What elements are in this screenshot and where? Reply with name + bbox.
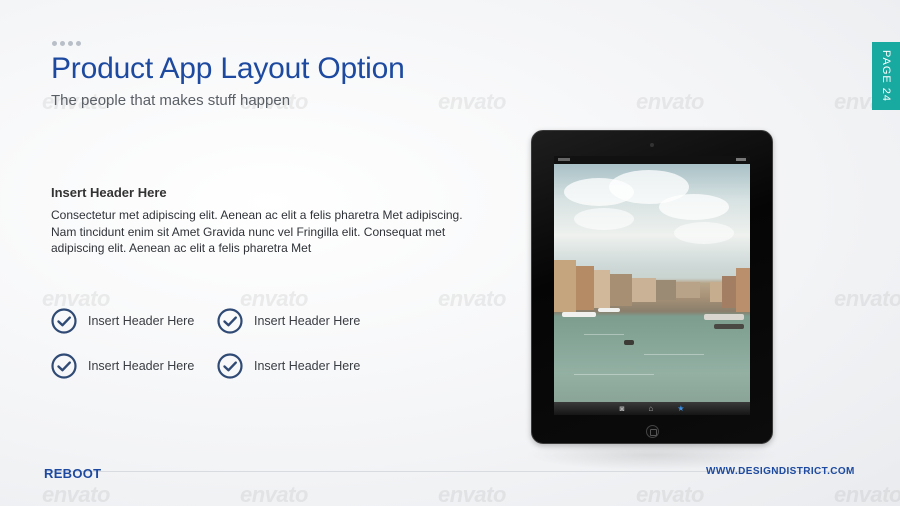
check-circle-icon (217, 353, 243, 379)
page-number-tab: PAGE 24 (872, 42, 900, 110)
status-bar (554, 156, 750, 164)
brand-logo: REBOOT (44, 466, 102, 481)
check-circle-icon (217, 308, 243, 334)
home-button[interactable] (646, 425, 659, 438)
watermark: envato (834, 286, 900, 311)
checklist-item: Insert Header Here (217, 353, 360, 379)
watermark: envato (438, 286, 506, 311)
watermark: envato (438, 89, 506, 114)
watermark: envato (636, 482, 704, 506)
checklist-item: Insert Header Here (217, 308, 360, 334)
page-subtitle: The people that makes stuff happen (51, 92, 291, 109)
page-title: Product App Layout Option (51, 52, 405, 85)
star-icon[interactable]: ★ (677, 404, 684, 413)
watermark: envato (834, 482, 900, 506)
tablet-screen: ◙ ⌂ ★ (554, 156, 750, 415)
checklist-item: Insert Header Here (51, 308, 194, 334)
tablet-device: ◙ ⌂ ★ (531, 130, 773, 444)
watermark: envato (636, 89, 704, 114)
checklist-label: Insert Header Here (88, 314, 195, 328)
check-circle-icon (51, 353, 77, 379)
camera-icon[interactable]: ◙ (620, 404, 625, 413)
body-paragraph: Consectetur met adipiscing elit. Aenean … (51, 208, 463, 255)
website-link[interactable]: WWW.DESIGNDISTRICT.COM (706, 466, 855, 477)
app-toolbar: ◙ ⌂ ★ (554, 402, 750, 415)
camera-dot (650, 143, 654, 147)
home-icon[interactable]: ⌂ (648, 404, 653, 413)
checklist-label: Insert Header Here (254, 359, 361, 373)
checklist-item: Insert Header Here (51, 353, 194, 379)
checklist-label: Insert Header Here (254, 314, 361, 328)
watermark: envato (240, 482, 308, 506)
canal-photo (554, 164, 750, 402)
page-number-label: PAGE 24 (880, 49, 893, 103)
slide: envato envato envato envato envato envat… (0, 0, 900, 506)
check-circle-icon (51, 308, 77, 334)
watermark: envato (42, 482, 110, 506)
section-header: Insert Header Here (51, 185, 167, 200)
watermark: envato (438, 482, 506, 506)
decorative-dots (52, 41, 81, 46)
checklist-label: Insert Header Here (88, 359, 195, 373)
